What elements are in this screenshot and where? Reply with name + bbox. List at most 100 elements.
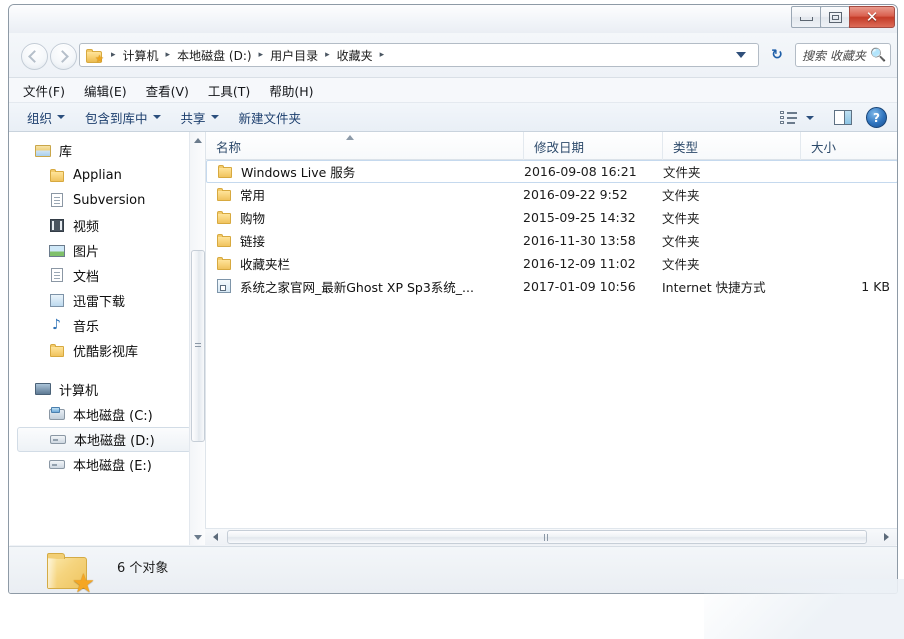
table-row[interactable]: 收藏夹栏 2016-12-09 11:02 文件夹 — [206, 252, 898, 275]
preview-pane-icon[interactable] — [834, 110, 852, 125]
menu-item-edit[interactable]: 编辑(E) — [84, 81, 127, 100]
folder-icon — [216, 233, 233, 248]
file-name-label: 链接 — [240, 231, 265, 250]
toolbar-organize-button[interactable]: 组织 — [27, 108, 65, 127]
search-box[interactable]: 搜索 收藏夹 🔍 — [795, 43, 891, 67]
horizontal-scrollbar[interactable] — [205, 528, 897, 545]
chevron-down-icon[interactable] — [806, 116, 814, 120]
menu-bar: 文件(F) 编辑(E) 查看(V) 工具(T) 帮助(H) — [9, 77, 897, 103]
sidebar-item-drive-c[interactable]: 本地磁盘 (C:) — [9, 402, 191, 427]
sidebar-item-pictures[interactable]: 图片 — [9, 238, 191, 263]
refresh-icon: ↻ — [771, 47, 783, 63]
sidebar-item-computer[interactable]: 计算机 — [9, 377, 191, 402]
table-row[interactable]: 购物 2015-09-25 14:32 文件夹 — [206, 206, 898, 229]
toolbar-share-label: 共享 — [181, 108, 206, 127]
folder-icon — [216, 210, 233, 225]
back-button[interactable] — [21, 43, 48, 70]
horizontal-scroll-thumb[interactable] — [227, 530, 867, 544]
menu-item-tools[interactable]: 工具(T) — [208, 81, 250, 100]
drive-icon — [50, 432, 67, 447]
sidebar-group-gap — [9, 363, 191, 377]
toolbar-organize-label: 组织 — [27, 108, 52, 127]
search-input[interactable]: 搜索 收藏夹 — [796, 47, 870, 64]
minimize-button[interactable] — [791, 6, 821, 28]
sidebar-item-drive-d[interactable]: 本地磁盘 (D:) — [17, 427, 191, 452]
column-header-label: 修改日期 — [534, 137, 584, 156]
sidebar-item-youku-library[interactable]: 优酷影视库 — [9, 338, 191, 363]
menu-item-help[interactable]: 帮助(H) — [269, 81, 313, 100]
table-row[interactable]: 常用 2016-09-22 9:52 文件夹 — [206, 183, 898, 206]
maximize-icon — [829, 12, 842, 23]
column-header-name[interactable]: 名称 — [206, 132, 523, 160]
scroll-grip-icon — [195, 343, 201, 349]
sidebar-item-label: 文档 — [73, 266, 99, 285]
file-type-cell: 文件夹 — [662, 231, 700, 250]
toolbar-include-in-library-button[interactable]: 包含到库中 — [85, 108, 161, 127]
column-header-date-modified[interactable]: 修改日期 — [523, 132, 662, 160]
breadcrumb-separator: ▸ — [320, 50, 335, 60]
sidebar-vertical-scrollbar[interactable] — [189, 132, 205, 545]
address-bar[interactable]: ★ ▸ 计算机 ▸ 本地磁盘 (D:) ▸ 用户目录 ▸ 收藏夹 ▸ — [79, 43, 759, 67]
chevron-down-icon — [153, 115, 161, 119]
folder-icon — [216, 256, 233, 271]
folder-icon — [49, 343, 66, 358]
table-row[interactable]: Windows Live 服务 2016-09-08 16:21 文件夹 — [206, 160, 898, 183]
scroll-right-arrow-icon[interactable] — [878, 529, 895, 545]
address-dropdown-icon[interactable] — [736, 52, 746, 58]
scroll-left-arrow-icon[interactable] — [207, 529, 224, 545]
favorites-folder-icon: ★ — [86, 48, 103, 63]
sidebar-item-label: 计算机 — [59, 380, 98, 399]
sidebar-item-subversion[interactable]: Subversion — [9, 188, 191, 213]
toolbar-right-group: ? — [780, 103, 887, 132]
column-header-type[interactable]: 类型 — [662, 132, 800, 160]
breadcrumb-item-computer[interactable]: 计算机 — [121, 45, 161, 66]
sidebar-item-videos[interactable]: 视频 — [9, 213, 191, 238]
scroll-up-arrow-icon[interactable] — [190, 132, 205, 148]
music-icon: ♪ — [49, 318, 66, 333]
sidebar-item-drive-e[interactable]: 本地磁盘 (E:) — [9, 452, 191, 477]
breadcrumb-separator: ▸ — [254, 50, 269, 60]
close-button[interactable]: ✕ — [849, 6, 895, 28]
forward-button[interactable] — [50, 43, 77, 70]
folder-icon — [216, 187, 233, 202]
sidebar-item-label: 图片 — [73, 241, 99, 260]
breadcrumb-item-favorites[interactable]: 收藏夹 — [335, 45, 375, 66]
item-count-label: 6 个对象 — [117, 557, 168, 576]
file-name-label: Windows Live 服务 — [241, 162, 355, 181]
file-name-cell: 链接 — [216, 231, 265, 250]
sidebar-item-thunder-downloads[interactable]: 迅雷下载 — [9, 288, 191, 313]
file-type-cell: 文件夹 — [662, 208, 700, 227]
file-name-cell: 购物 — [216, 208, 265, 227]
menu-item-file[interactable]: 文件(F) — [23, 81, 65, 100]
column-header-size[interactable]: 大小 — [800, 132, 898, 160]
file-type-cell: Internet 快捷方式 — [662, 277, 766, 296]
menu-item-view[interactable]: 查看(V) — [146, 81, 189, 100]
file-date-cell: 2015-09-25 14:32 — [523, 210, 636, 225]
explorer-window: ✕ ★ ▸ 计算机 ▸ 本地磁盘 (D:) ▸ 用户目录 — [8, 4, 898, 594]
table-row[interactable]: 系统之家官网_最新Ghost XP Sp3系统_... 2017-01-09 1… — [206, 275, 898, 298]
view-list-icon[interactable] — [780, 111, 797, 125]
scroll-down-arrow-icon[interactable] — [190, 529, 205, 545]
sidebar-item-label: Applian — [73, 168, 122, 183]
breadcrumb-item-drive-d[interactable]: 本地磁盘 (D:) — [175, 45, 253, 66]
sidebar-item-label: 本地磁盘 (E:) — [73, 455, 152, 474]
sidebar-item-music[interactable]: ♪ 音乐 — [9, 313, 191, 338]
sidebar-item-libraries[interactable]: 库 — [9, 138, 191, 163]
breadcrumb-separator[interactable]: ▸ — [375, 50, 390, 60]
sidebar-item-label: 本地磁盘 (D:) — [74, 430, 155, 449]
document-icon — [49, 268, 66, 283]
table-row[interactable]: 链接 2016-11-30 13:58 文件夹 — [206, 229, 898, 252]
sidebar-item-applian[interactable]: Applian — [9, 163, 191, 188]
file-name-cell: Windows Live 服务 — [217, 162, 355, 181]
column-header-row: 名称 修改日期 类型 大小 — [206, 132, 898, 160]
toolbar-share-button[interactable]: 共享 — [181, 108, 219, 127]
help-icon[interactable]: ? — [866, 107, 887, 128]
breadcrumb-item-userdir[interactable]: 用户目录 — [268, 45, 320, 66]
toolbar-new-folder-button[interactable]: 新建文件夹 — [239, 108, 302, 127]
refresh-button[interactable]: ↻ — [765, 43, 789, 67]
sidebar-item-documents[interactable]: 文档 — [9, 263, 191, 288]
maximize-button[interactable] — [820, 6, 850, 28]
sidebar-scroll-thumb[interactable] — [191, 250, 205, 442]
system-drive-icon — [49, 407, 66, 422]
sort-ascending-icon — [346, 135, 354, 140]
